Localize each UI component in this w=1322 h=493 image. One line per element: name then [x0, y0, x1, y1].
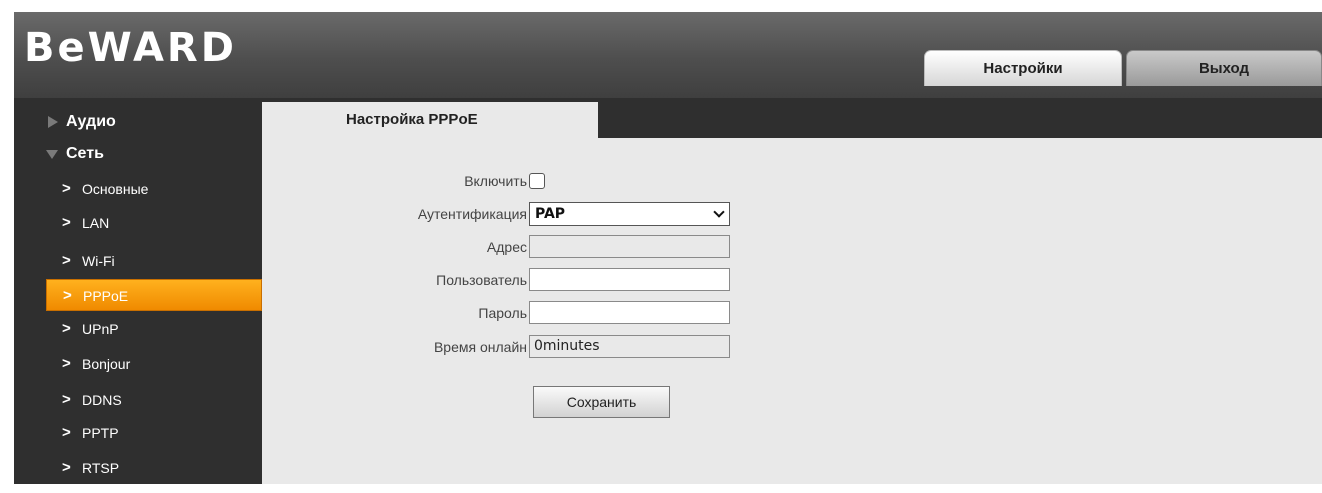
chevron-down-icon — [713, 206, 725, 218]
sidebar-item-label: DDNS — [82, 392, 122, 408]
sidebar-section-network[interactable]: Сеть — [14, 138, 262, 170]
chevron-right-icon: > — [62, 391, 71, 408]
enable-row: Включить — [262, 168, 762, 194]
chevron-right-icon: > — [62, 355, 71, 372]
sidebar-item-label: Wi-Fi — [82, 253, 115, 269]
sidebar-item-label: Bonjour — [82, 356, 131, 372]
chevron-right-icon: > — [62, 252, 71, 269]
tab-settings[interactable]: Настройки — [924, 50, 1122, 86]
password-field[interactable] — [529, 301, 730, 324]
address-field[interactable] — [529, 235, 730, 258]
sidebar-section-label: Аудио — [66, 113, 116, 130]
save-button[interactable]: Сохранить — [533, 386, 670, 418]
pppoe-settings-panel: Включить Аутентификация PAP Адрес Пользо… — [262, 138, 1322, 484]
online-time-label: Время онлайн — [433, 339, 527, 355]
app-frame: BeWARD Настройки Выход Аудио Сеть > Осно… — [14, 12, 1322, 484]
sidebar-item-label: LAN — [82, 215, 110, 231]
user-field[interactable] — [529, 268, 730, 291]
user-row: Пользователь — [262, 267, 762, 293]
tab-exit[interactable]: Выход — [1126, 50, 1322, 86]
sidebar-item-label: Основные — [82, 181, 149, 197]
sidebar: Аудио Сеть > Основные > LAN > Wi-Fi > PP… — [14, 102, 262, 484]
sidebar-item-lan[interactable]: > LAN — [14, 207, 262, 239]
sidebar-item-ddns[interactable]: > DDNS — [14, 384, 262, 416]
auth-label: Аутентификация — [417, 206, 527, 222]
password-row: Пароль — [262, 300, 762, 326]
address-label: Адрес — [486, 239, 527, 255]
enable-label: Включить — [464, 173, 527, 189]
chevron-right-icon: > — [62, 214, 71, 231]
panel-title-tab: Настройка PPPoE — [262, 102, 598, 138]
sidebar-item-bonjour[interactable]: > Bonjour — [14, 348, 262, 380]
password-label: Пароль — [478, 305, 527, 321]
online-time-field: 0minutes — [529, 335, 730, 358]
content-area: Настройка PPPoE Включить Аутентификация … — [262, 102, 1322, 484]
header-bar: BeWARD Настройки Выход — [14, 12, 1322, 98]
sidebar-item-label: RTSP — [82, 460, 120, 476]
enable-checkbox[interactable] — [529, 173, 545, 189]
sidebar-item-upnp[interactable]: > UPnP — [14, 313, 262, 345]
chevron-right-icon: > — [62, 320, 71, 337]
beward-logo: BeWARD — [24, 25, 237, 71]
user-label: Пользователь — [436, 272, 527, 288]
auth-select[interactable]: PAP — [529, 202, 730, 226]
auth-select-value: PAP — [535, 206, 566, 222]
chevron-right-icon: > — [63, 287, 72, 304]
sidebar-item-pptp[interactable]: > PPTP — [14, 417, 262, 449]
sidebar-section-label: Сеть — [66, 145, 104, 162]
triangle-right-icon — [48, 116, 58, 128]
sidebar-item-rtsp[interactable]: > RTSP — [14, 452, 262, 484]
sidebar-item-pppoe[interactable]: > PPPoE — [46, 279, 262, 311]
chevron-right-icon: > — [62, 424, 71, 441]
chevron-right-icon: > — [62, 459, 71, 476]
sidebar-section-audio[interactable]: Аудио — [14, 106, 262, 138]
sidebar-item-wifi[interactable]: > Wi-Fi — [14, 245, 262, 277]
chevron-right-icon: > — [62, 180, 71, 197]
online-time-row: Время онлайн 0minutes — [262, 334, 762, 360]
address-row: Адрес — [262, 234, 762, 260]
sidebar-item-label: PPTP — [82, 425, 119, 441]
auth-row: Аутентификация PAP — [262, 201, 762, 227]
sidebar-item-basic[interactable]: > Основные — [14, 173, 262, 205]
sidebar-item-label: UPnP — [82, 321, 119, 337]
triangle-down-icon — [46, 150, 58, 159]
sidebar-item-label: PPPoE — [83, 288, 129, 304]
